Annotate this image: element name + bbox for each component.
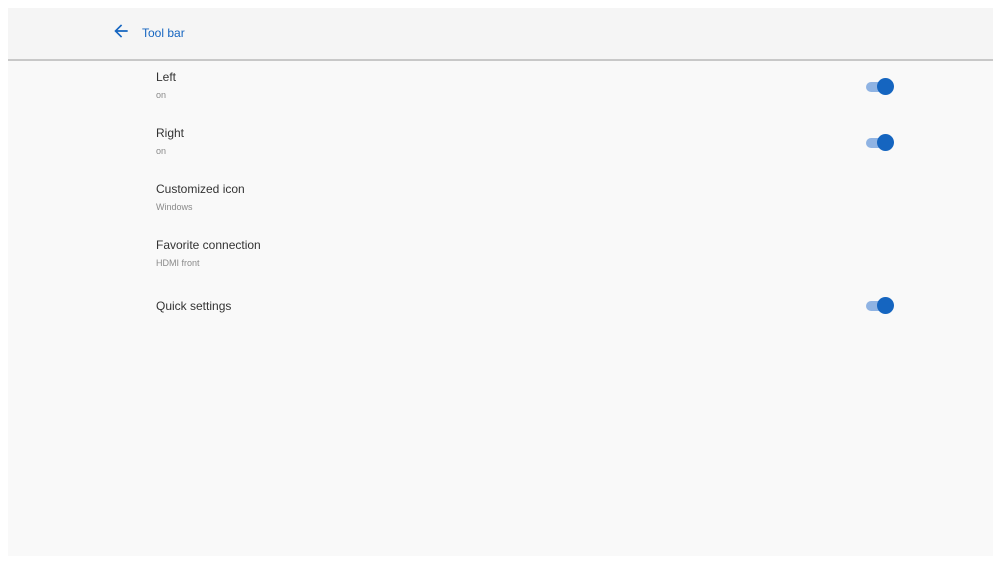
setting-customized-icon[interactable]: Customized icon Windows (8, 173, 993, 229)
back-button[interactable] (108, 20, 134, 46)
setting-right[interactable]: Right on (8, 117, 993, 173)
setting-quick-settings[interactable]: Quick settings (8, 285, 993, 341)
toggle-thumb (877, 134, 894, 151)
left-toggle[interactable] (864, 78, 894, 96)
setting-title: Quick settings (156, 299, 232, 313)
toggle-thumb (877, 78, 894, 95)
setting-title: Left (156, 70, 177, 84)
setting-subtitle: Windows (156, 202, 193, 212)
settings-list: Left on Right on Customized icon Windows… (8, 61, 993, 341)
settings-screen: Tool bar Left on Right on Customized ico… (8, 8, 993, 556)
setting-subtitle: on (156, 146, 167, 156)
arrow-left-icon (111, 21, 131, 46)
setting-title: Favorite connection (156, 238, 261, 252)
setting-subtitle: HDMI front (156, 258, 200, 268)
right-toggle[interactable] (864, 134, 894, 152)
toggle-thumb (877, 297, 894, 314)
setting-title: Customized icon (156, 182, 245, 196)
quick-settings-toggle[interactable] (864, 297, 894, 315)
setting-title: Right (156, 126, 185, 140)
setting-subtitle: on (156, 90, 167, 100)
app-bar: Tool bar (8, 8, 993, 61)
setting-favorite-connection[interactable]: Favorite connection HDMI front (8, 229, 993, 285)
setting-left[interactable]: Left on (8, 61, 993, 117)
page-title: Tool bar (142, 26, 185, 40)
